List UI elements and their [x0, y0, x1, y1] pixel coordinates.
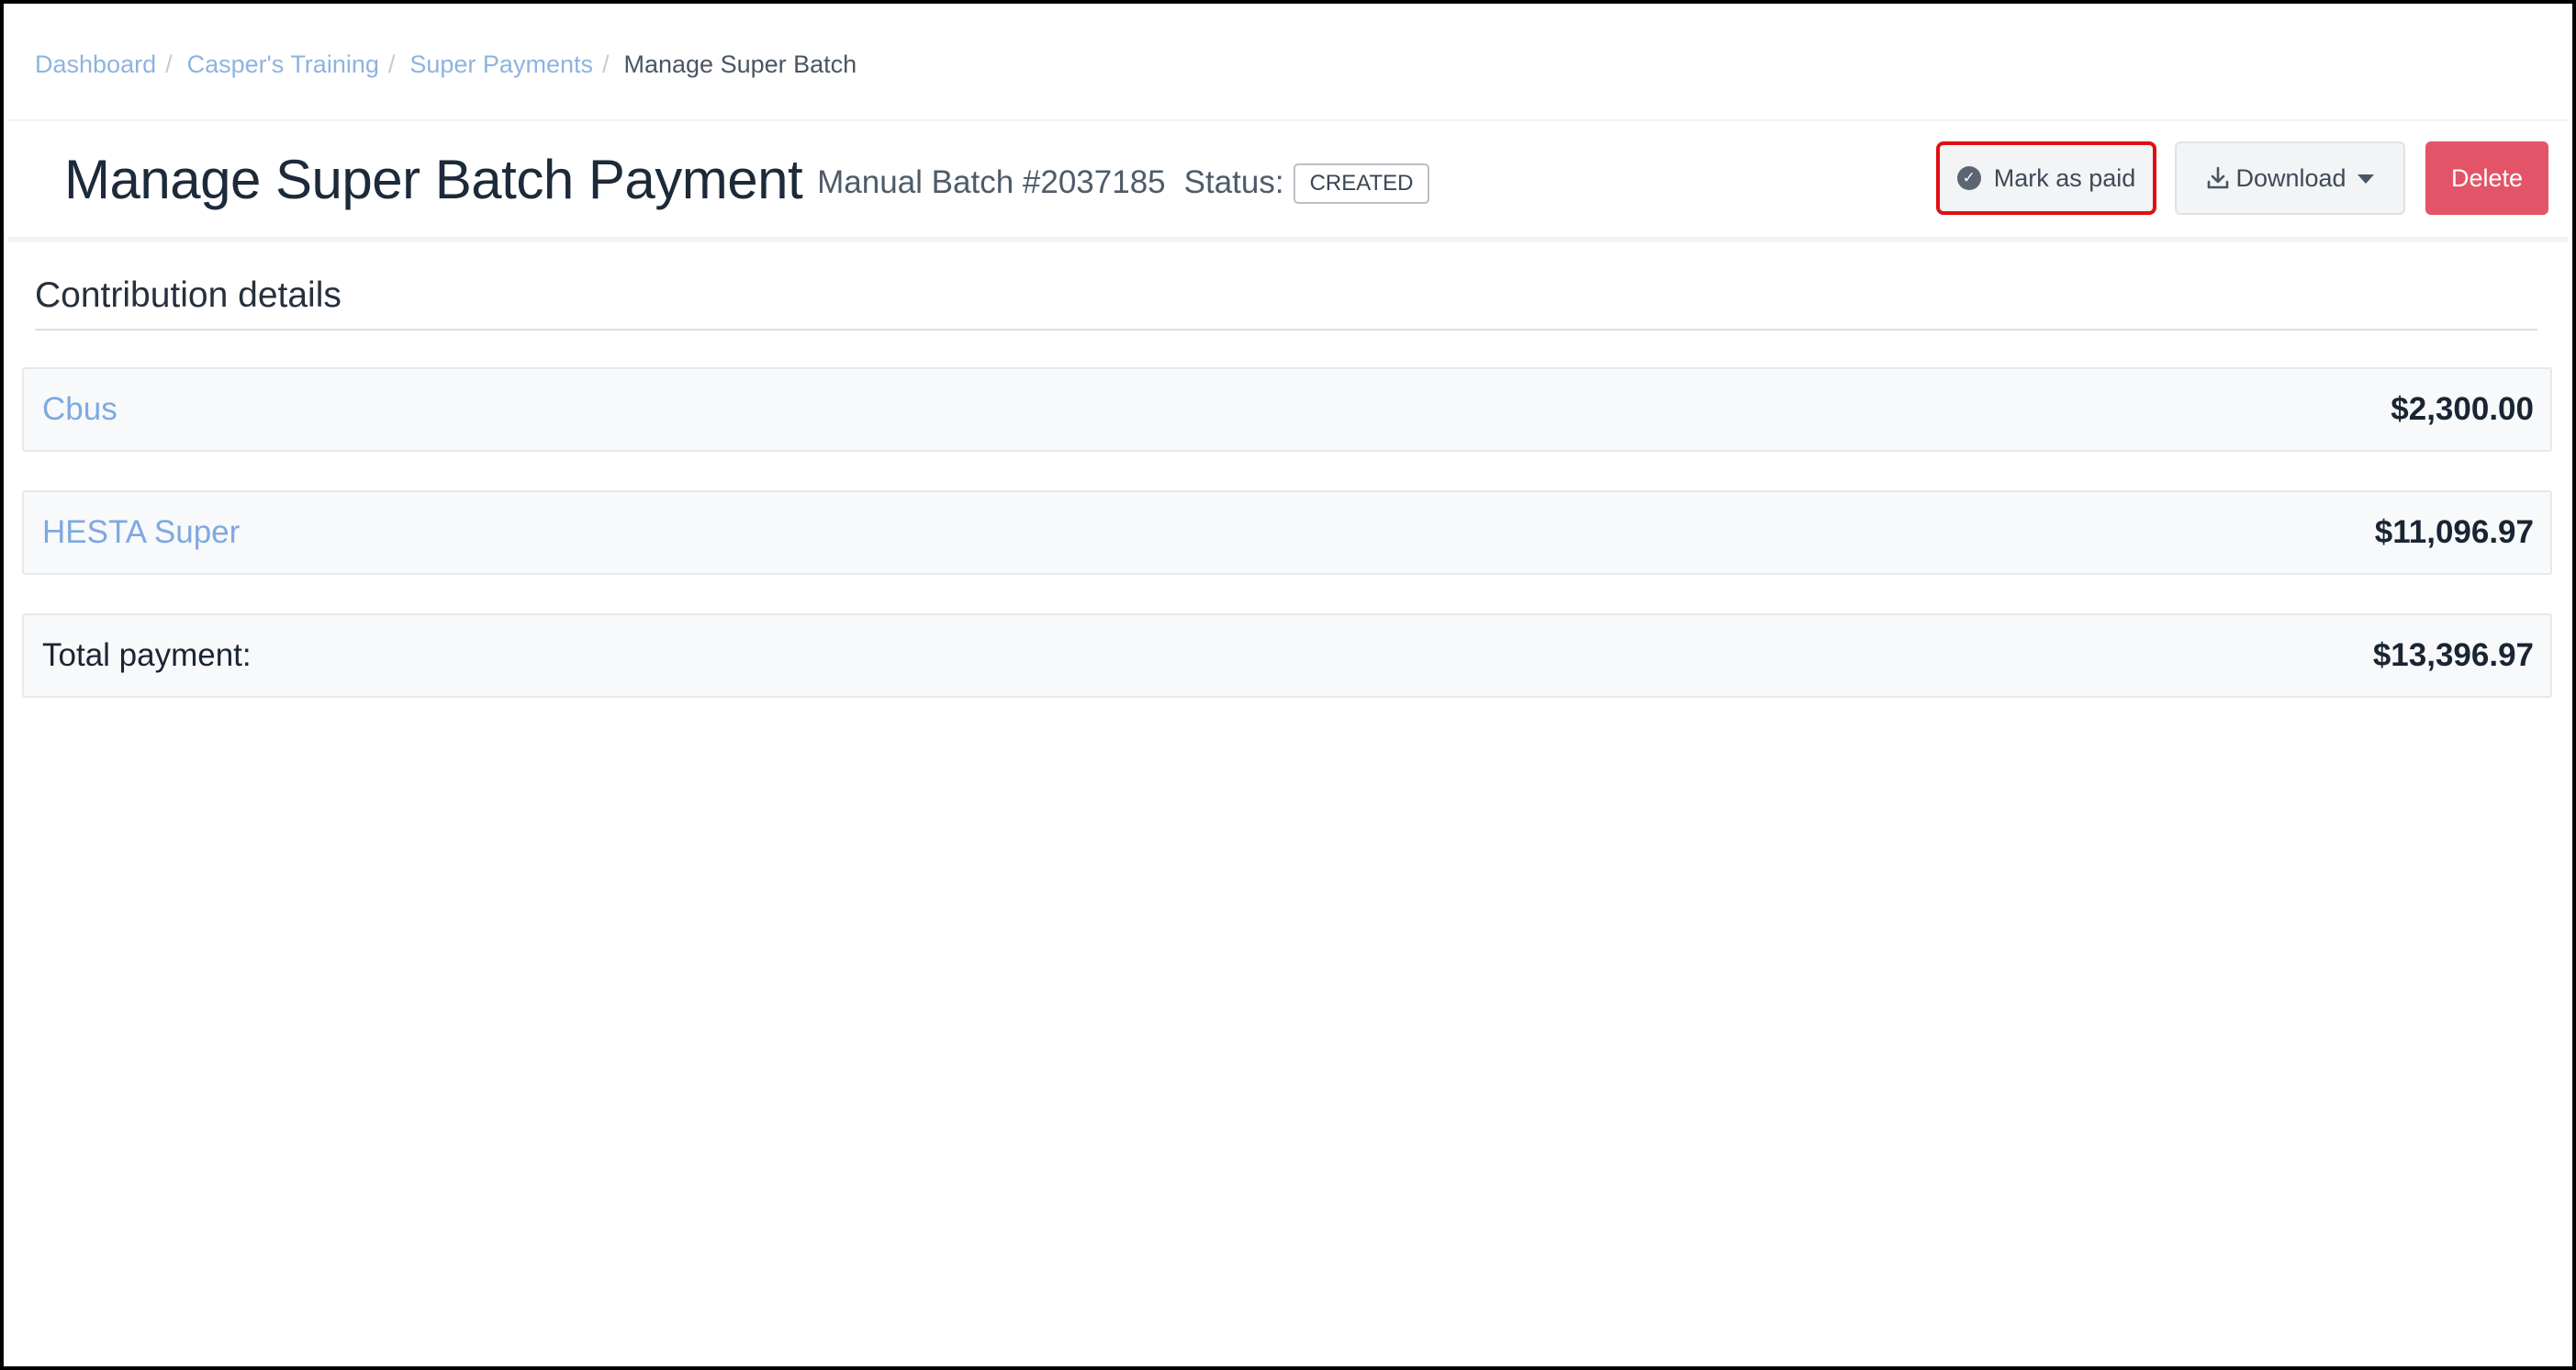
total-label: Total payment:: [42, 637, 252, 673]
breadcrumb-separator: /: [601, 50, 610, 78]
contribution-amount: $11,096.97: [2374, 514, 2534, 550]
contribution-amount: $2,300.00: [2391, 391, 2534, 427]
breadcrumb-separator: /: [165, 50, 173, 78]
section-title: Contribution details: [35, 275, 342, 315]
mark-as-paid-button[interactable]: ✓ Mark as paid: [1936, 141, 2156, 215]
breadcrumb: Dashboard / Casper's Training / Super Pa…: [35, 46, 857, 83]
section-divider: [35, 329, 2537, 331]
total-amount: $13,396.97: [2372, 637, 2534, 673]
fund-link-hesta-super[interactable]: HESTA Super: [42, 514, 240, 551]
page-header: Manage Super Batch Payment Manual Batch …: [7, 119, 2569, 242]
breadcrumb-caspers-training[interactable]: Casper's Training: [187, 51, 379, 79]
breadcrumb-super-payments[interactable]: Super Payments: [409, 51, 593, 79]
breadcrumb-separator: /: [387, 50, 396, 78]
download-button[interactable]: Download: [2175, 141, 2405, 215]
header-actions: ✓ Mark as paid Download Delete: [7, 121, 2569, 237]
download-label: Download: [2235, 163, 2346, 192]
contribution-row: Cbus $2,300.00: [22, 367, 2552, 452]
delete-button[interactable]: Delete: [2425, 141, 2548, 215]
check-circle-icon: ✓: [1956, 166, 1981, 190]
breadcrumb-dashboard[interactable]: Dashboard: [35, 51, 156, 79]
breadcrumb-current: Manage Super Batch: [623, 50, 857, 78]
fund-link-cbus[interactable]: Cbus: [42, 391, 118, 428]
contribution-row: HESTA Super $11,096.97: [22, 490, 2552, 575]
caret-down-icon: [2357, 174, 2374, 184]
total-row: Total payment: $13,396.97: [22, 613, 2552, 698]
mark-as-paid-label: Mark as paid: [1993, 163, 2136, 192]
app-frame: Dashboard / Casper's Training / Super Pa…: [0, 0, 2576, 1370]
download-icon: [2208, 166, 2229, 189]
